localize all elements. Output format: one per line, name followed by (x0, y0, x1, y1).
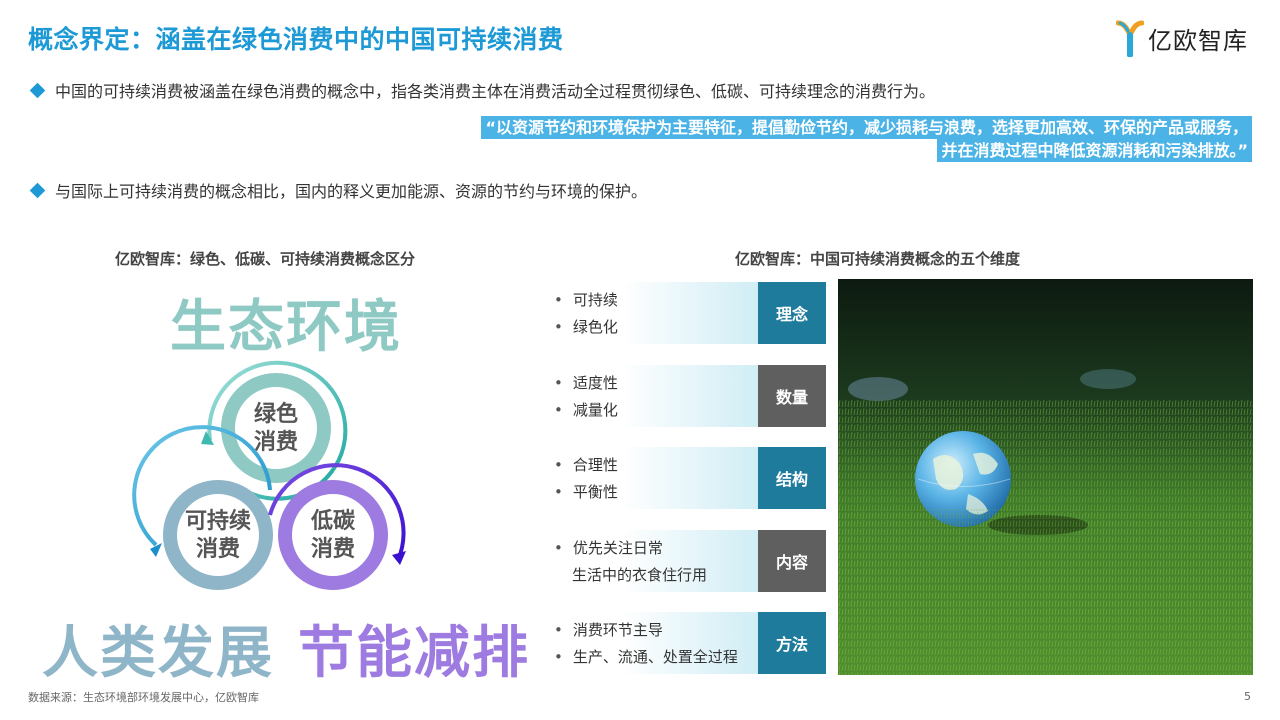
row-item: 消费环节主导 (554, 617, 738, 644)
left-chart-subtitle: 亿欧智库：绿色、低碳、可持续消费概念区分 (115, 250, 416, 268)
definition-quote: “以资源节约和环境保护为主要特征，提倡勤俭节约，减少损耗与浪费，选择更加高效、环… (481, 116, 1252, 162)
dimension-tag: 结构 (758, 447, 826, 509)
intro-bullet-2-text: 与国际上可持续消费的概念相比，国内的释义更加能源、资源的节约与环境的保护。 (55, 182, 648, 201)
diamond-bullet-icon (29, 182, 46, 198)
circle-sustainable-consumption: 可持续 消费 (132, 425, 273, 590)
globe-on-grass-photo (838, 279, 1253, 675)
circle-left-line1: 可持续 (185, 508, 251, 534)
circle-top-line1: 绿色 (254, 401, 298, 427)
row-item: 平衡性 (554, 479, 618, 506)
venn-diagram: 绿色 消费 可持续 消费 低碳 消费 (132, 360, 406, 590)
row-band (622, 365, 758, 427)
row-item: 优先关注日常 (554, 535, 707, 562)
row-band (622, 282, 758, 344)
row-item: 生活中的衣食住行用 (572, 566, 708, 584)
dimension-tag: 理念 (758, 282, 826, 344)
quote-line-2: 并在消费过程中降低资源消耗和污染排放。” (937, 139, 1252, 162)
logo-text: 亿欧智库 (1148, 26, 1248, 55)
yiou-logo: 亿欧智库 (1115, 18, 1256, 58)
dimension-row-content: 优先关注日常 生活中的衣食住行用 内容 (548, 530, 828, 592)
yiou-logo-icon (1115, 19, 1145, 58)
label-human-development: 人类发展 (42, 621, 274, 686)
row-item: 减量化 (554, 397, 618, 424)
circle-top-line2: 消费 (254, 430, 298, 455)
row-item: 可持续 (554, 287, 618, 314)
row-band (622, 447, 758, 509)
label-energy-saving: 节能减排 (298, 621, 530, 686)
intro-bullet-1: 中国的可持续消费被涵盖在绿色消费的概念中，指各类消费主体在消费活动全过程贯彻绿色… (29, 78, 936, 102)
dimension-row-method: 消费环节主导 生产、流通、处置全过程 方法 (548, 612, 828, 674)
page-number: 5 (1244, 690, 1251, 703)
dimension-row-structure: 合理性 平衡性 结构 (548, 447, 828, 509)
intro-bullet-1-text: 中国的可持续消费被涵盖在绿色消费的概念中，指各类消费主体在消费活动全过程贯彻绿色… (55, 82, 936, 101)
data-source: 数据来源：生态环境部环境发展中心，亿欧智库 (28, 691, 259, 704)
page-title: 概念界定：涵盖在绿色消费中的中国可持续消费 (28, 25, 564, 54)
circle-left-line2: 消费 (196, 537, 240, 562)
row-item: 绿色化 (554, 314, 618, 341)
dimension-row-quantity: 适度性 减量化 数量 (548, 365, 828, 427)
dimension-tag: 方法 (758, 612, 826, 674)
row-item: 合理性 (554, 452, 618, 479)
row-item: 适度性 (554, 370, 618, 397)
dimension-row-concept: 可持续 绿色化 理念 (548, 282, 828, 344)
circle-lowcarbon-consumption: 低碳 消费 (268, 463, 406, 590)
right-chart-subtitle: 亿欧智库：中国可持续消费概念的五个维度 (735, 250, 1021, 268)
dimension-tag: 数量 (758, 365, 826, 427)
row-item: 生产、流通、处置全过程 (554, 644, 738, 671)
circle-right-line1: 低碳 (310, 509, 356, 534)
diamond-bullet-icon (29, 82, 46, 98)
intro-bullet-2: 与国际上可持续消费的概念相比，国内的释义更加能源、资源的节约与环境的保护。 (29, 178, 648, 202)
circle-right-line2: 消费 (311, 537, 355, 562)
dimension-tag: 内容 (758, 530, 826, 592)
quote-line-1: “以资源节约和环境保护为主要特征，提倡勤俭节约，减少损耗与浪费，选择更加高效、环… (481, 116, 1252, 139)
